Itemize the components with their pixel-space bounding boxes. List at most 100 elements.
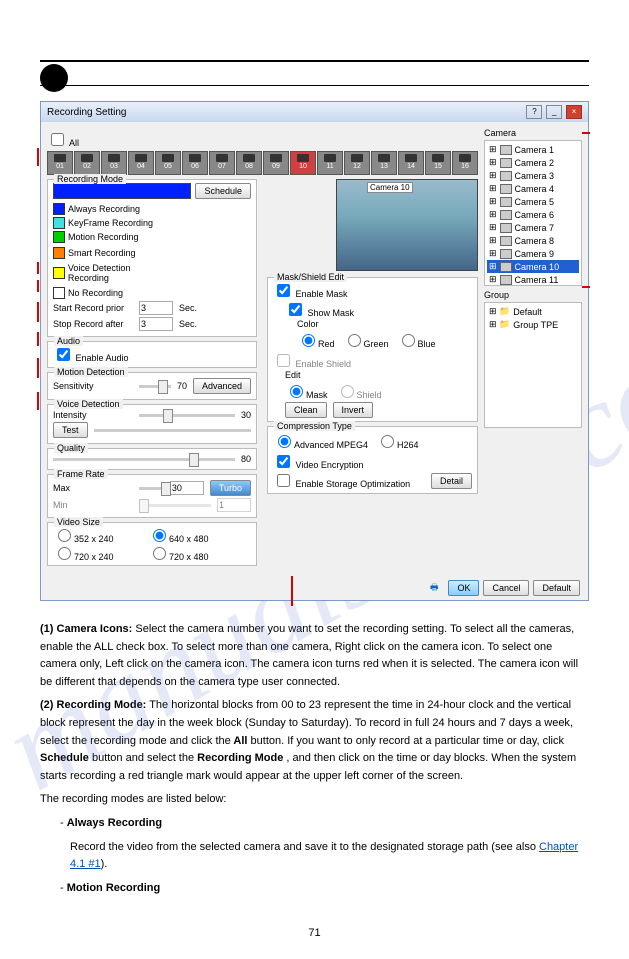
clean-button[interactable]: Clean: [285, 402, 327, 418]
turbo-button[interactable]: Turbo: [210, 480, 251, 496]
color-red-radio[interactable]: [302, 334, 315, 347]
list-item[interactable]: ⊞ 📁 Default: [487, 305, 579, 318]
recording-mode-legend: Recording Mode: [54, 174, 126, 184]
mode-keyframe[interactable]: KeyFrame Recording: [68, 218, 153, 228]
camera-thumb[interactable]: 16: [452, 151, 478, 175]
mode-heading: Always Recording: [67, 817, 162, 829]
mode-voice[interactable]: Voice Detection Recording: [68, 263, 173, 283]
recording-setting-window: Recording Setting ? _ × All 01 02 03 04 …: [40, 101, 589, 601]
mask-shield-group: Mask/Shield Edit Enable Mask Show Mask C…: [267, 277, 478, 422]
motion-legend: Motion Detection: [54, 367, 128, 377]
storage-opt-checkbox[interactable]: [277, 474, 290, 487]
callout-line: [37, 358, 39, 378]
camera-thumb[interactable]: 09: [263, 151, 289, 175]
size-radio[interactable]: [58, 529, 71, 542]
show-mask-checkbox[interactable]: [289, 303, 302, 316]
videosize-legend: Video Size: [54, 517, 103, 527]
all-checkbox[interactable]: [51, 133, 64, 146]
list-item[interactable]: ⊞ Camera 7: [487, 221, 579, 234]
size-radio[interactable]: [58, 547, 71, 560]
camera-thumb[interactable]: 13: [371, 151, 397, 175]
enable-audio-label: Enable Audio: [76, 353, 129, 363]
help-button[interactable]: ?: [526, 105, 542, 119]
enable-mask-checkbox[interactable]: [277, 284, 290, 297]
list-item[interactable]: ⊞ Camera 4: [487, 182, 579, 195]
all-label: All: [69, 138, 79, 148]
ok-button[interactable]: OK: [448, 580, 479, 596]
audio-legend: Audio: [54, 336, 83, 346]
enable-audio-checkbox[interactable]: [57, 348, 70, 361]
camera-list[interactable]: ⊞ Camera 1 ⊞ Camera 2 ⊞ Camera 3 ⊞ Camer…: [484, 140, 582, 286]
camera-thumb[interactable]: 04: [128, 151, 154, 175]
body-text: (1) Camera Icons: Select the camera numb…: [40, 621, 589, 897]
video-encryption-checkbox[interactable]: [277, 455, 290, 468]
camera-thumb[interactable]: 05: [155, 151, 181, 175]
list-item[interactable]: ⊞ Camera 8: [487, 234, 579, 247]
camera-thumb[interactable]: 11: [317, 151, 343, 175]
h264-radio[interactable]: [381, 435, 394, 448]
color-blue-radio[interactable]: [402, 334, 415, 347]
stop-after-input[interactable]: [139, 317, 173, 331]
list-item[interactable]: ⊞ Camera 11: [487, 273, 579, 286]
size-radio[interactable]: [153, 547, 166, 560]
mode-heading: Motion Recording: [67, 882, 161, 894]
advanced-button[interactable]: Advanced: [193, 378, 251, 394]
size-label: 720 x 240: [74, 552, 114, 562]
camera-panel-title: Camera: [484, 128, 582, 138]
mode-no[interactable]: No Recording: [68, 288, 123, 298]
list-item-selected[interactable]: ⊞ Camera 10: [487, 260, 579, 273]
camera-thumb[interactable]: 03: [101, 151, 127, 175]
list-item[interactable]: ⊞ Camera 9: [487, 247, 579, 260]
audio-group: Audio Enable Audio: [47, 341, 257, 368]
size-radio[interactable]: [153, 529, 166, 542]
titlebar: Recording Setting ? _ ×: [41, 102, 588, 122]
callout-line: [582, 286, 590, 288]
mode-motion[interactable]: Motion Recording: [68, 232, 139, 242]
schedule-button[interactable]: Schedule: [195, 183, 251, 199]
camera-thumb-selected[interactable]: 10: [290, 151, 316, 175]
enable-mask-label: Enable Mask: [296, 289, 348, 299]
callout-line: [582, 132, 590, 134]
max-input[interactable]: [170, 481, 204, 495]
quality-slider[interactable]: [53, 458, 235, 461]
color-green-radio[interactable]: [348, 334, 361, 347]
mask-radio[interactable]: [290, 385, 303, 398]
list-item[interactable]: ⊞ Camera 6: [487, 208, 579, 221]
cancel-button[interactable]: Cancel: [483, 580, 529, 596]
start-prior-label: Start Record prior: [53, 303, 133, 313]
intensity-slider[interactable]: [139, 414, 235, 417]
list-item[interactable]: ⊞ Camera 3: [487, 169, 579, 182]
invert-button[interactable]: Invert: [333, 402, 374, 418]
camera-thumb[interactable]: 15: [425, 151, 451, 175]
camera-thumb[interactable]: 12: [344, 151, 370, 175]
default-button[interactable]: Default: [533, 580, 580, 596]
camera-thumb[interactable]: 14: [398, 151, 424, 175]
help-icon[interactable]: 🖶: [430, 580, 439, 596]
video-enc-label: Video Encryption: [296, 460, 364, 470]
schedule-bar[interactable]: [53, 183, 191, 199]
close-button[interactable]: ×: [566, 105, 582, 119]
list-item[interactable]: ⊞ Camera 1: [487, 143, 579, 156]
camera-thumb[interactable]: 07: [209, 151, 235, 175]
mpeg4-radio[interactable]: [278, 435, 291, 448]
camera-thumb[interactable]: 06: [182, 151, 208, 175]
mode-always[interactable]: Always Recording: [68, 204, 140, 214]
test-button[interactable]: Test: [53, 422, 88, 438]
callout-line: [37, 262, 39, 274]
list-item[interactable]: ⊞ 📁 Group TPE: [487, 318, 579, 331]
storage-opt-label: Enable Storage Optimization: [296, 479, 411, 489]
framerate-legend: Frame Rate: [54, 469, 108, 479]
group-list[interactable]: ⊞ 📁 Default ⊞ 📁 Group TPE: [484, 302, 582, 428]
minimize-button[interactable]: _: [546, 105, 562, 119]
camera-thumb[interactable]: 01: [47, 151, 73, 175]
camera-thumb[interactable]: 08: [236, 151, 262, 175]
max-slider[interactable]: [139, 487, 164, 490]
start-prior-input[interactable]: [139, 301, 173, 315]
list-item[interactable]: ⊞ Camera 2: [487, 156, 579, 169]
item-title: Camera Icons:: [57, 623, 133, 635]
detail-button[interactable]: Detail: [431, 473, 472, 489]
sensitivity-slider[interactable]: [139, 385, 171, 388]
list-item[interactable]: ⊞ Camera 5: [487, 195, 579, 208]
mode-smart[interactable]: Smart Recording: [68, 248, 136, 258]
camera-thumb[interactable]: 02: [74, 151, 100, 175]
